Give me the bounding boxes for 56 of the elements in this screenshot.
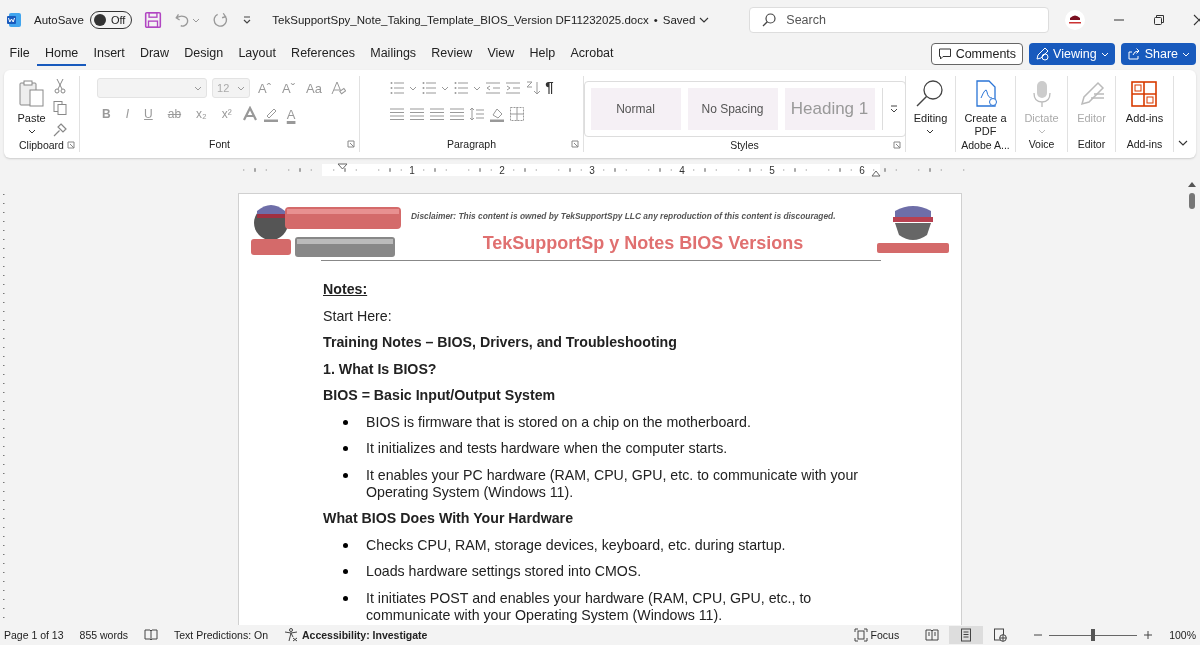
bullet-text: Checks CPU, RAM, storage devices, keyboard, etc. during startup.	[366, 536, 787, 554]
menu-tab[interactable]: Acrobat	[562, 42, 622, 66]
show-formatting-button[interactable]: ¶	[545, 78, 554, 95]
bullet-text: It enables your PC hardware (RAM, CPU, GPU, etc. to communicate with your Operating System (Windows 11).	[366, 466, 859, 501]
bullet-text: It initializes and tests hardware when the computer starts.	[366, 440, 729, 457]
create-pdf-button[interactable]: Create a PDF	[956, 78, 1015, 139]
document-title: TekSupportSpy_Note_Taking_Template_BIOS_Version DF11232025.docx	[272, 14, 649, 26]
group-label: Adobe A...	[961, 139, 1010, 152]
style-option[interactable]: No Spacing	[687, 88, 778, 130]
section-heading: 1. What Is BIOS?	[323, 360, 437, 377]
menu-tab[interactable]: Help	[521, 42, 563, 66]
body-text: Start Here:	[323, 307, 392, 324]
accessibility-button[interactable]: Accessibility: Investigate	[284, 628, 428, 642]
style-option[interactable]: Normal	[590, 88, 681, 130]
menu-tab[interactable]: Layout	[230, 42, 284, 66]
bullet-text: Loads hardware settings stored into CMOS.	[366, 563, 643, 580]
page-count[interactable]: Page 1 of 13	[4, 629, 64, 641]
notes-heading: Notes:	[323, 281, 368, 297]
share-button[interactable]: Share	[1120, 43, 1196, 65]
search-field[interactable]: Search	[749, 7, 1050, 33]
group-label: Editor	[1077, 138, 1106, 150]
editing-button[interactable]: Editing	[913, 78, 948, 136]
font-size-value: 12	[217, 82, 230, 94]
disclaimer-text: Disclaimer: This content is owned by TekSupportSpy LLC any reproduction of this content is discouraged.	[411, 211, 836, 221]
section-heading: What BIOS Does With Your Hardware	[323, 510, 574, 526]
menu-tab[interactable]: References	[283, 42, 363, 66]
comments-button[interactable]: Comments	[930, 43, 1024, 65]
group-label: Voice	[1028, 138, 1055, 150]
paste-button[interactable]: Paste	[15, 78, 48, 136]
document-heading: TekSupportSp y Notes BIOS Versions	[482, 233, 804, 254]
viewing-button[interactable]: Viewing	[1029, 43, 1115, 65]
group-label: Clipboard	[19, 139, 64, 151]
bullet-text: It initiates POST and enables your hardware (RAM, CPU, GPU, etc., to communicate with your Operating System (Windows 11).	[366, 589, 813, 624]
section-heading: Training Notes – BIOS, Drivers, and Troubleshooting	[323, 334, 677, 350]
section-heading: BIOS = Basic Input/Output System	[323, 387, 556, 403]
add-ins-button[interactable]: Add-ins	[1125, 78, 1164, 126]
focus-button[interactable]: Focus	[853, 628, 900, 642]
group-label: Font	[209, 138, 230, 150]
zoom-level[interactable]: 100%	[1169, 629, 1196, 641]
menu-tab[interactable]: Insert	[85, 42, 133, 66]
group-label: Add-ins	[1126, 138, 1163, 150]
word-count[interactable]: 855 words	[79, 629, 128, 641]
bullet-text: BIOS is firmware that is stored on a chip on the motherboard.	[366, 413, 752, 431]
group-label: Styles	[730, 138, 759, 151]
menu-tab[interactable]: File	[2, 42, 38, 66]
menu-tab[interactable]: Mailings	[362, 42, 424, 66]
separator-dot: •	[653, 14, 658, 26]
menu-tab[interactable]: Draw	[132, 42, 177, 66]
menu-tab[interactable]: Home	[37, 42, 86, 66]
autosave-label: AutoSave	[34, 14, 84, 26]
text-predictions-status[interactable]: Text Predictions: On	[174, 629, 268, 641]
menu-tab[interactable]: Design	[176, 42, 231, 66]
menu-tab[interactable]: Review	[423, 42, 480, 66]
group-label: Paragraph	[446, 138, 496, 150]
menu-tab[interactable]: View	[479, 42, 522, 66]
save-status-button[interactable]: Saved	[662, 14, 710, 26]
